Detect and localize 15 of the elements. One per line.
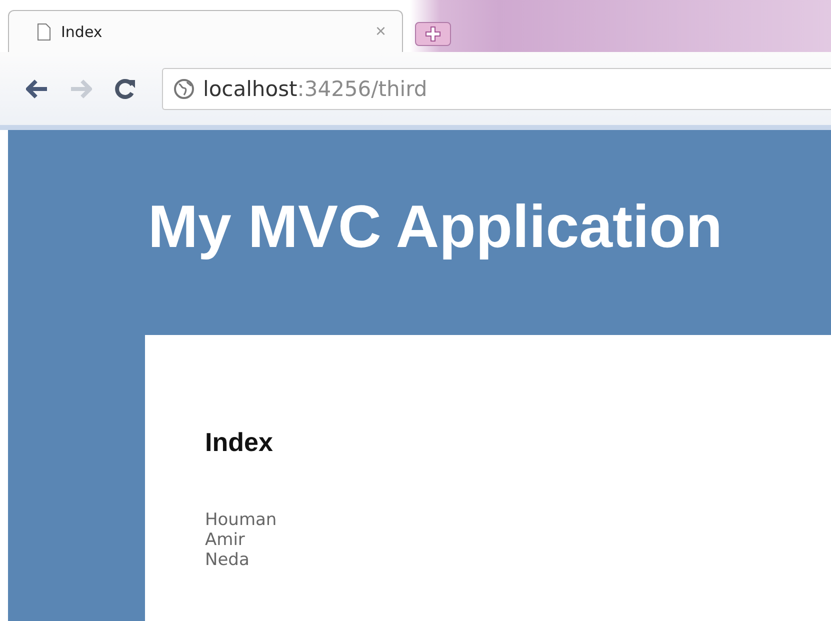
site-title: My MVC Application: [148, 192, 724, 262]
address-bar[interactable]: localhost:34256/third: [162, 68, 831, 110]
back-button[interactable]: [26, 78, 48, 98]
url-text: localhost:34256/third: [203, 76, 428, 100]
new-tab-button[interactable]: [415, 22, 451, 46]
reload-button[interactable]: [114, 78, 136, 100]
tab-title: Index: [61, 22, 104, 40]
name-text: Amir: [205, 530, 245, 550]
plus-icon: [425, 26, 441, 42]
page-icon: [37, 22, 51, 40]
browser-tab[interactable]: Index ×: [8, 10, 403, 52]
name-text: Neda: [205, 550, 250, 570]
name-text: Houman: [205, 510, 277, 530]
page-heading: Index: [205, 427, 273, 458]
globe-icon: [173, 78, 195, 100]
